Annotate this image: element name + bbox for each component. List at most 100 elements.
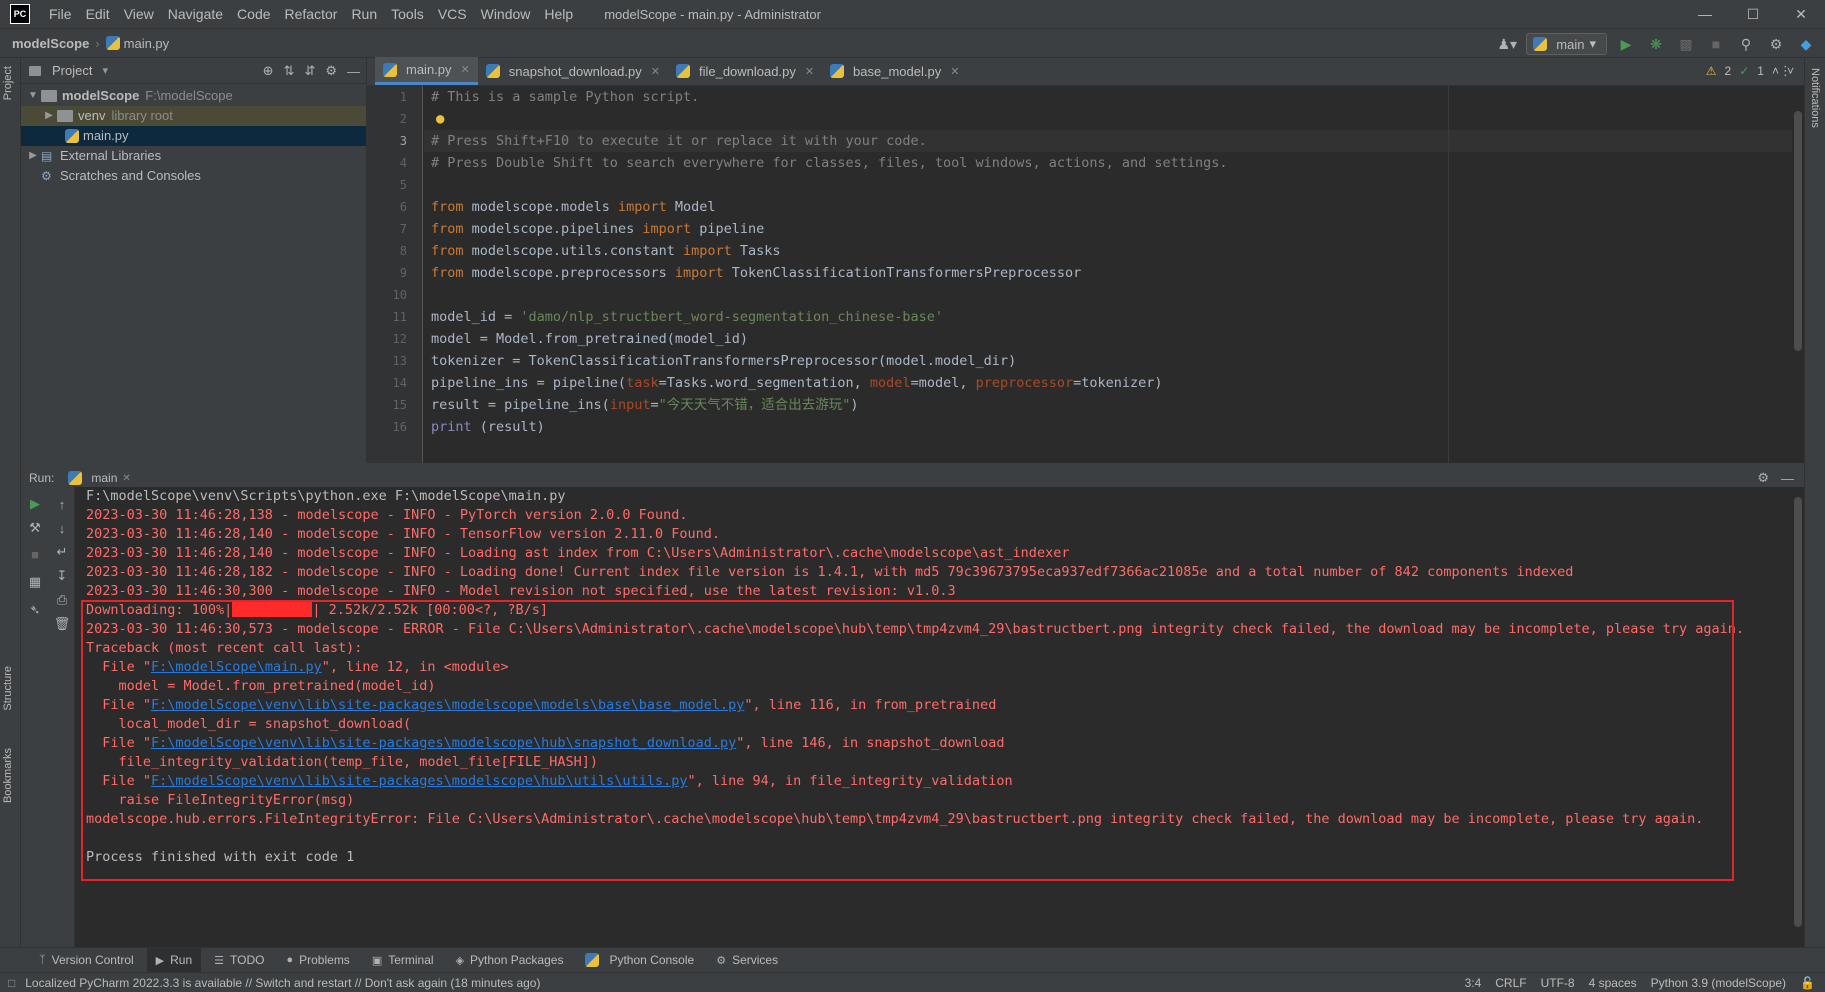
warning-count: 2	[1724, 64, 1732, 78]
lock-icon[interactable]: 🔓	[1800, 976, 1815, 990]
close-icon[interactable]: ✕	[461, 63, 470, 76]
tool-services[interactable]: ⚙ Services	[707, 948, 787, 973]
menu-tools[interactable]: Tools	[384, 0, 431, 28]
python-file-icon	[485, 64, 500, 78]
search-icon[interactable]: ⚲	[1735, 33, 1757, 55]
tab-main-py[interactable]: main.py ✕	[375, 57, 478, 85]
trash-icon[interactable]: 🗑	[53, 615, 71, 633]
run-tab-main[interactable]: main ✕	[68, 471, 131, 485]
layout-icon[interactable]: ▦	[26, 573, 44, 591]
scrollbar-thumb[interactable]	[1794, 111, 1802, 351]
tree-item-modelscope[interactable]: ▼ modelScope F:\modelScope	[21, 86, 366, 106]
project-tool-tab[interactable]: Project	[2, 66, 14, 100]
status-message[interactable]: Localized PyCharm 2022.3.3 is available …	[25, 976, 540, 990]
tool-python-console[interactable]: Python Console	[576, 948, 703, 973]
arrow-down-icon[interactable]: ↓	[53, 519, 71, 537]
close-icon[interactable]: ✕	[950, 65, 959, 78]
close-icon[interactable]: ✕	[651, 65, 660, 78]
scroll-to-end-icon[interactable]: ↧	[53, 567, 71, 585]
coverage-icon[interactable]: ▩	[1675, 33, 1697, 55]
notifications-tool-tab[interactable]: Notifications	[1809, 68, 1821, 128]
caret-position[interactable]: 3:4	[1465, 976, 1482, 990]
tab-file-download-py[interactable]: file_download.py ✕	[668, 57, 822, 85]
menu-vcs[interactable]: VCS	[431, 0, 474, 28]
tool-python-packages[interactable]: ◈ Python Packages	[447, 948, 573, 973]
tree-item-external-libraries[interactable]: ▶ ▤ External Libraries	[21, 146, 366, 166]
tree-item-venv[interactable]: ▶ venv library root	[21, 106, 366, 126]
indent-setting[interactable]: 4 spaces	[1589, 976, 1637, 990]
menu-edit[interactable]: Edit	[79, 0, 117, 28]
bookmarks-tool-tab[interactable]: Bookmarks	[2, 748, 14, 803]
tool-terminal[interactable]: ▣ Terminal	[363, 948, 443, 973]
soft-wrap-icon[interactable]: ↵	[53, 543, 71, 561]
code-line: # This is a sample Python script.	[431, 89, 700, 105]
file-encoding[interactable]: UTF-8	[1541, 976, 1575, 990]
gear-icon[interactable]: ⚙	[1765, 33, 1787, 55]
hide-icon[interactable]: —	[1781, 471, 1794, 486]
editor-scrollbar[interactable]	[1792, 86, 1804, 463]
console-scrollbar[interactable]	[1792, 487, 1804, 947]
gear-icon[interactable]: ⚙	[1757, 470, 1769, 486]
menu-window[interactable]: Window	[474, 0, 538, 28]
tree-item-main-py[interactable]: main.py	[21, 126, 366, 146]
line-separator[interactable]: CRLF	[1495, 976, 1526, 990]
minimize-icon[interactable]: —	[1682, 0, 1728, 28]
run-config-selector[interactable]: main ▾	[1526, 33, 1607, 55]
chevron-down-icon[interactable]: ▾	[102, 64, 108, 77]
tool-run[interactable]: ▶ Run	[146, 947, 202, 973]
line-number: 3	[399, 134, 407, 148]
hide-icon[interactable]: —	[347, 64, 360, 79]
collapse-all-icon[interactable]: ⇵	[304, 63, 315, 79]
tool-problems[interactable]: ● Problems	[277, 948, 358, 973]
scrollbar-thumb[interactable]	[1794, 497, 1802, 927]
lightbulb-icon[interactable]: ●	[436, 111, 444, 127]
toolbox-icon[interactable]: ◆	[1795, 33, 1817, 55]
menu-navigate[interactable]: Navigate	[161, 0, 230, 28]
rerun-icon[interactable]: ▶	[26, 495, 44, 513]
interpreter[interactable]: Python 3.9 (modelScope)	[1651, 976, 1786, 990]
tab-snapshot-download-py[interactable]: snapshot_download.py ✕	[478, 57, 668, 85]
inspection-widget[interactable]: ⚠ 2 ✓ 1 ˄ ˅	[1706, 64, 1794, 78]
run-panel: Run: main ✕ ⚙ — ▶ ⚒ ■ ▦ ➴ ↑ ↓ ↵ ↧ ⎙ 🗑 F:…	[21, 469, 1804, 947]
close-icon[interactable]: ✕	[122, 473, 130, 484]
stop-icon[interactable]: ■	[26, 545, 44, 563]
menu-view[interactable]: View	[117, 0, 161, 28]
chevron-up-icon[interactable]: ˄	[1772, 64, 1779, 78]
console-output[interactable]: F:\modelScope\venv\Scripts\python.exe F:…	[76, 487, 1792, 947]
right-tool-strip: Notifications	[1804, 58, 1825, 962]
breadcrumb-file[interactable]: main.py	[124, 36, 170, 51]
code-area[interactable]: # This is a sample Python script. ● # Pr…	[424, 86, 1804, 463]
pin-icon[interactable]: ➴	[26, 601, 44, 619]
close-icon[interactable]: ✕	[805, 65, 814, 78]
menu-refactor[interactable]: Refactor	[278, 0, 345, 28]
menu-file[interactable]: File	[42, 0, 79, 28]
arrow-up-icon[interactable]: ↑	[53, 495, 71, 513]
tool-todo[interactable]: ☰ TODO	[205, 948, 273, 973]
user-icon[interactable]: ♟▾	[1496, 33, 1518, 55]
debug-icon[interactable]: ❋	[1645, 33, 1667, 55]
menu-run[interactable]: Run	[344, 0, 384, 28]
structure-tool-tab[interactable]: Structure	[2, 666, 14, 711]
chevron-right-icon[interactable]: ▶	[41, 106, 57, 126]
gear-icon[interactable]: ⚙	[325, 63, 337, 79]
menu-help[interactable]: Help	[537, 0, 580, 28]
tool-version-control[interactable]: ᛉ Version Control	[30, 948, 143, 973]
menu-code[interactable]: Code	[230, 0, 277, 28]
close-icon[interactable]: ✕	[1778, 0, 1824, 28]
locate-icon[interactable]: ⊕	[263, 63, 274, 79]
run-icon[interactable]: ▶	[1615, 33, 1637, 55]
chevron-right-icon[interactable]: ▶	[25, 146, 41, 166]
chevron-down-icon[interactable]: ▼	[25, 86, 41, 106]
wrench-icon[interactable]: ⚒	[26, 519, 44, 537]
tab-base-model-py[interactable]: base_model.py ✕	[822, 57, 967, 85]
print-icon[interactable]: ⎙	[53, 591, 71, 609]
code-line: from modelscope.preprocessors import Tok…	[431, 262, 1081, 284]
chevron-down-icon[interactable]: ˅	[1787, 64, 1794, 78]
layout-icon[interactable]: □	[8, 976, 15, 990]
tree-item-scratches[interactable]: ⚙ Scratches and Consoles	[21, 166, 366, 186]
project-panel-title[interactable]: Project	[52, 63, 92, 78]
maximize-icon[interactable]: ☐	[1730, 0, 1776, 28]
expand-all-icon[interactable]: ⇅	[284, 63, 295, 79]
stop-icon[interactable]: ■	[1705, 33, 1727, 55]
breadcrumb-project[interactable]: modelScope	[12, 36, 89, 51]
